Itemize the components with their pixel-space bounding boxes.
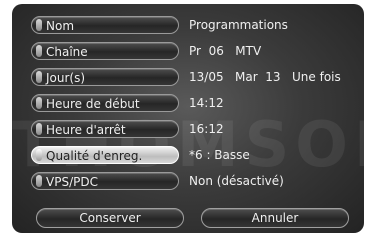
save-button[interactable]: Conserver [36,208,184,228]
field-quality-button[interactable]: Qualité d'enreg. [31,146,179,164]
field-days-button[interactable]: Jour(s) [31,68,179,86]
field-name-value: Programmations [189,18,288,32]
field-name-label: Nom [46,19,75,33]
cancel-button[interactable]: Annuler [201,208,349,228]
field-start-time-label: Heure de début [46,97,140,111]
row-days: Jour(s) 13/05 Mar 13 Une fois [31,68,364,88]
field-start-time-button[interactable]: Heure de début [31,94,179,112]
brand-watermark: THOMSON [12,108,364,181]
field-channel-label: Chaîne [46,45,88,59]
pill-cap-icon [36,45,42,57]
field-vps-pdc-label: VPS/PDC [46,175,98,189]
row-vps-pdc: VPS/PDC Non (désactivé) [31,172,364,192]
field-quality-value: *6 : Basse [189,148,250,162]
row-channel: Chaîne Pr 06 MTV [31,42,364,62]
field-stop-time-label: Heure d'arrêt [46,123,126,137]
pill-cap-icon [36,175,42,187]
field-days-value: 13/05 Mar 13 Une fois [189,70,341,84]
field-start-time-value: 14:12 [189,96,224,110]
screen: THOMSON Nom Programmations Chaîne Pr 06 … [0,0,373,240]
pill-cap-icon [36,123,42,135]
row-name: Nom Programmations [31,16,364,36]
field-quality-label: Qualité d'enreg. [46,149,143,163]
field-channel-value: Pr 06 MTV [189,44,262,58]
row-stop-time: Heure d'arrêt 16:12 [31,120,364,140]
field-vps-pdc-button[interactable]: VPS/PDC [31,172,179,190]
field-name-button[interactable]: Nom [31,16,179,34]
field-channel-button[interactable]: Chaîne [31,42,179,60]
pill-cap-icon [36,149,42,161]
row-quality: Qualité d'enreg. *6 : Basse [31,146,364,166]
recording-settings-panel: THOMSON Nom Programmations Chaîne Pr 06 … [12,4,364,233]
pill-cap-icon [36,97,42,109]
field-days-label: Jour(s) [46,71,86,85]
row-start-time: Heure de début 14:12 [31,94,364,114]
field-stop-time-value: 16:12 [189,122,224,136]
pill-cap-icon [36,19,42,31]
field-stop-time-button[interactable]: Heure d'arrêt [31,120,179,138]
pill-cap-icon [36,71,42,83]
field-vps-pdc-value: Non (désactivé) [189,174,284,188]
